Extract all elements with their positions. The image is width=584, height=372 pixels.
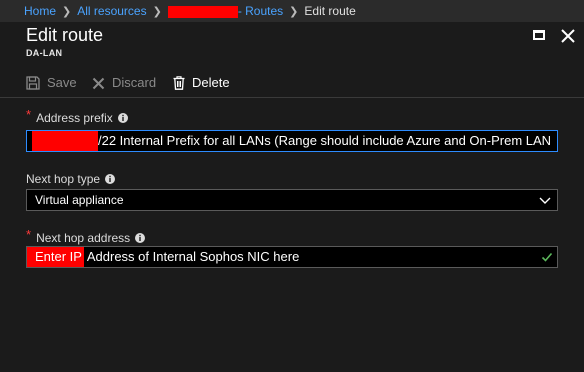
breadcrumb-current: Edit route xyxy=(304,4,356,18)
breadcrumb-all-resources[interactable]: All resources xyxy=(77,4,146,18)
next-hop-address-label-text: Next hop address xyxy=(36,230,131,245)
next-hop-type-label: Next hop type xyxy=(26,172,116,186)
next-hop-type-select[interactable]: Virtual appliance xyxy=(26,189,558,211)
address-prefix-input[interactable]: /22 Internal Prefix for all LANs (Range … xyxy=(26,130,558,152)
chevron-right-icon: ❯ xyxy=(289,6,299,18)
blade-header: Edit route DA-LAN xyxy=(0,22,584,68)
check-icon xyxy=(541,252,553,262)
save-icon xyxy=(26,76,40,90)
delete-label: Delete xyxy=(192,75,230,90)
redacted-prefix xyxy=(32,131,98,151)
info-icon[interactable] xyxy=(135,232,146,243)
next-hop-address-value: Address of Internal Sophos NIC here xyxy=(83,249,300,264)
address-prefix-label: * Address prefix xyxy=(26,107,128,125)
command-bar: Save Discard Delete xyxy=(0,68,584,98)
required-asterisk: * xyxy=(26,107,32,122)
next-hop-address-input[interactable]: Enter IP Address of Internal Sophos NIC … xyxy=(26,246,558,268)
redacted-highlight: Enter IP xyxy=(27,247,84,267)
discard-icon xyxy=(92,77,105,89)
save-button[interactable]: Save xyxy=(26,74,77,92)
next-hop-type-value: Virtual appliance xyxy=(35,193,124,207)
required-asterisk: * xyxy=(26,227,32,242)
page-subtitle: DA-LAN xyxy=(26,48,63,58)
info-icon[interactable] xyxy=(105,174,116,184)
page-title: Edit route xyxy=(26,25,104,45)
toolbar-divider xyxy=(0,97,584,98)
delete-button[interactable]: Delete xyxy=(173,74,230,92)
chevron-down-icon xyxy=(539,197,551,204)
breadcrumb: Home ❯ All resources ❯ - Routes ❯ Edit route xyxy=(0,0,584,22)
address-prefix-label-text: Address prefix xyxy=(36,110,113,125)
discard-label: Discard xyxy=(112,75,157,90)
close-icon[interactable] xyxy=(560,28,576,44)
chevron-right-icon: ❯ xyxy=(152,6,162,18)
next-hop-address-label: * Next hop address xyxy=(26,227,146,245)
breadcrumb-home[interactable]: Home xyxy=(24,4,56,18)
delete-icon xyxy=(173,76,185,90)
breadcrumb-routes[interactable]: - Routes xyxy=(238,4,283,18)
address-prefix-value: /22 Internal Prefix for all LANs (Range … xyxy=(98,133,552,148)
next-hop-type-label-text: Next hop type xyxy=(26,172,101,186)
redacted-resource-name xyxy=(167,5,238,18)
save-label: Save xyxy=(47,75,77,90)
info-icon[interactable] xyxy=(117,112,128,123)
chevron-right-icon: ❯ xyxy=(62,6,72,18)
maximize-icon[interactable] xyxy=(532,28,548,44)
discard-button[interactable]: Discard xyxy=(92,74,156,92)
